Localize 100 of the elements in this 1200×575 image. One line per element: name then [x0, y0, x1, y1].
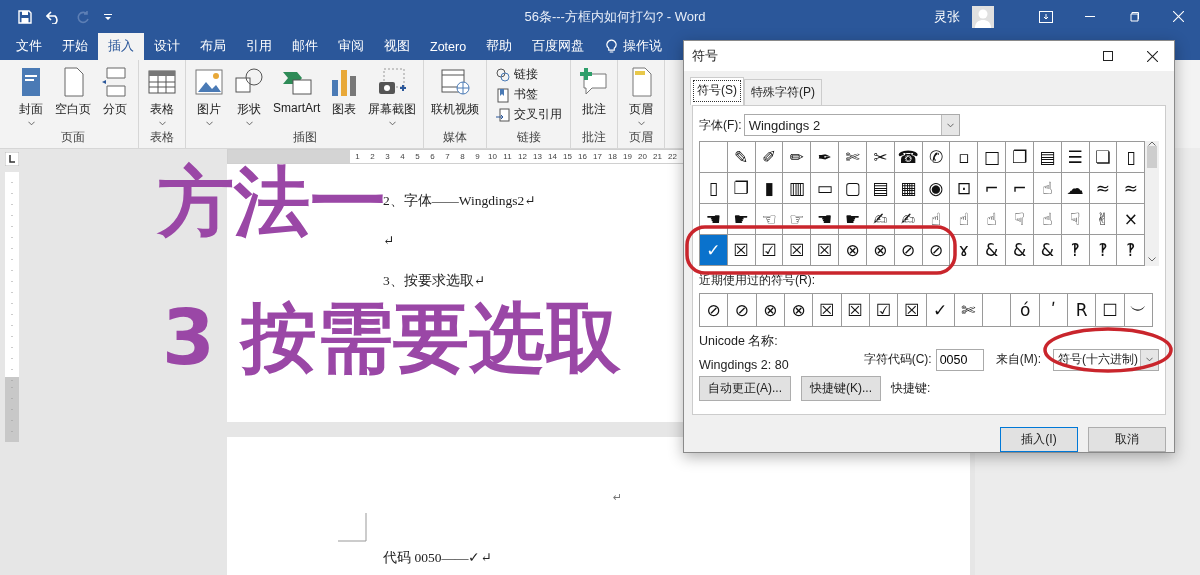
ribbon-tab[interactable]: 布局	[190, 33, 236, 60]
ribbon-tab[interactable]: 引用	[236, 33, 282, 60]
symbol-cell[interactable]: ‽	[1089, 235, 1117, 265]
symbol-cell[interactable]: ⊗	[866, 235, 894, 265]
symbol-cell[interactable]: ▯	[700, 173, 727, 203]
symbol-cell[interactable]: □	[978, 142, 1006, 172]
symbol-cell[interactable]: &	[978, 235, 1006, 265]
symbol-cell[interactable]: ☝	[978, 204, 1006, 234]
ribbon-button[interactable]: 批注	[575, 64, 614, 130]
ribbon-tab[interactable]: 设计	[144, 33, 190, 60]
symbol-cell[interactable]: ▤	[866, 173, 894, 203]
scroll-up-icon[interactable]	[1148, 141, 1157, 146]
symbol-cell[interactable]: ‽	[1061, 235, 1089, 265]
ribbon-tab[interactable]: 帮助	[476, 33, 523, 60]
ribbon-tab[interactable]: 审阅	[328, 33, 374, 60]
ribbon-button[interactable]: 形状	[230, 64, 268, 130]
maximize-icon[interactable]	[1103, 51, 1113, 61]
symbol-cell[interactable]: ⊘	[700, 294, 728, 326]
symbol-cell[interactable]: ó	[1011, 294, 1039, 326]
symbol-cell[interactable]: ▢	[839, 173, 866, 203]
symbol-cell[interactable]: ❏	[1089, 142, 1117, 172]
symbol-cell[interactable]: ☐	[1096, 294, 1124, 326]
symbol-cell[interactable]: ▯	[1117, 142, 1145, 172]
symbol-cell[interactable]: ✒	[811, 142, 839, 172]
symbol-cell[interactable]: ☒	[813, 294, 841, 326]
symbol-cell[interactable]: ▭	[811, 173, 839, 203]
symbol-cell[interactable]: R	[1068, 294, 1096, 326]
ribbon-tab[interactable]: Zotero	[420, 33, 477, 60]
ribbon-button[interactable]: 表格	[143, 64, 181, 130]
symbol-cell[interactable]: ✆	[922, 142, 950, 172]
symbol-cell[interactable]: ✓	[700, 235, 727, 265]
symbol-cell[interactable]: ☝	[1033, 204, 1061, 234]
symbol-cell[interactable]: ☒	[898, 294, 926, 326]
symbol-cell[interactable]: ✓	[926, 294, 954, 326]
char-code-field[interactable]: 0050	[935, 348, 984, 371]
font-dropdown[interactable]: Wingdings 2	[743, 114, 960, 136]
ribbon-display-icon[interactable]	[1039, 10, 1053, 23]
dialog-button[interactable]: 快捷键(K)...	[801, 376, 881, 401]
symbol-cell[interactable]: ☑	[869, 294, 898, 326]
symbol-cell[interactable]: ❐	[727, 173, 755, 203]
symbol-cell[interactable]: ︶	[1124, 294, 1152, 326]
dialog-button[interactable]: 取消	[1088, 427, 1166, 452]
ribbon-button[interactable]: 封面	[12, 64, 50, 130]
symbol-cell[interactable]: &	[1006, 235, 1033, 265]
scroll-thumb[interactable]	[1147, 146, 1158, 168]
symbol-cell[interactable]: ▫	[950, 142, 978, 172]
symbol-cell[interactable]: ✂	[866, 142, 894, 172]
symbol-cell[interactable]: ☝	[950, 204, 978, 234]
symbol-cell[interactable]: ⊗	[784, 294, 813, 326]
symbol-cell[interactable]: ⌐	[1006, 173, 1033, 203]
ribbon-button[interactable]: 图片	[190, 64, 228, 130]
symbol-cell[interactable]: ✄	[839, 142, 866, 172]
ribbon-tab[interactable]: 开始	[52, 33, 98, 60]
ribbon-button[interactable]: 书签	[491, 86, 567, 103]
symbol-cell[interactable]: ʹ	[1039, 294, 1068, 326]
ribbon-button[interactable]: 链接	[491, 66, 567, 83]
symbol-cell[interactable]: ☒	[841, 294, 869, 326]
scrollbar[interactable]	[1145, 141, 1159, 266]
symbol-cell[interactable]: ◉	[922, 173, 950, 203]
ribbon-button[interactable]: SmartArt	[270, 64, 324, 130]
symbol-cell[interactable]: ☟	[1061, 204, 1089, 234]
ribbon-tab[interactable]: 邮件	[282, 33, 328, 60]
symbol-cell[interactable]: ☎	[894, 142, 922, 172]
symbol-cell[interactable]: ▮	[755, 173, 783, 203]
symbol-cell[interactable]: ≈	[1117, 173, 1145, 203]
symbol-cell[interactable]: ×	[1117, 204, 1145, 234]
symbol-cell[interactable]: ⊗	[839, 235, 866, 265]
dialog-tab[interactable]: 特殊字符(P)	[744, 79, 822, 105]
symbol-cell[interactable]: ✄	[954, 294, 983, 326]
symbol-cell[interactable]: ✎	[727, 142, 755, 172]
symbol-cell[interactable]: &	[1033, 235, 1061, 265]
restore-icon[interactable]	[1129, 11, 1139, 22]
ribbon-button[interactable]: 分页	[96, 64, 134, 130]
minimize-icon[interactable]	[1085, 15, 1095, 18]
symbol-cell[interactable]: ✏	[783, 142, 811, 172]
symbol-cell[interactable]: ☰	[1061, 142, 1089, 172]
scroll-down-icon[interactable]	[1148, 257, 1157, 262]
ribbon-tab[interactable]: 插入	[98, 33, 144, 60]
ribbon-button[interactable]: 图表	[325, 64, 364, 130]
ribbon-tab[interactable]: 文件	[6, 33, 52, 60]
ribbon-button[interactable]: 联机视频	[428, 64, 483, 130]
ribbon-button[interactable]: 页眉	[622, 64, 661, 130]
dialog-tab[interactable]: 符号(S)	[690, 77, 744, 105]
symbol-cell[interactable]: ⌐	[978, 173, 1006, 203]
symbol-cell[interactable]	[983, 294, 1011, 326]
symbol-cell[interactable]: ☒	[783, 235, 811, 265]
symbol-cell[interactable]: ☁	[1061, 173, 1089, 203]
save-icon[interactable]	[18, 9, 32, 24]
symbol-cell[interactable]: ⊗	[756, 294, 784, 326]
symbol-cell[interactable]: ▦	[894, 173, 922, 203]
close-icon[interactable]	[1146, 50, 1158, 62]
symbol-cell[interactable]: ⊘	[894, 235, 922, 265]
symbol-cell[interactable]: ☒	[811, 235, 839, 265]
symbol-cell[interactable]: ☝	[1033, 173, 1061, 203]
user-name[interactable]: 灵张	[934, 7, 960, 26]
symbol-cell[interactable]: ≈	[1089, 173, 1117, 203]
symbol-cell[interactable]: ❐	[1006, 142, 1033, 172]
ribbon-button[interactable]: 交叉引用	[491, 106, 567, 123]
ribbon-button[interactable]: 空白页	[52, 64, 94, 130]
symbol-cell[interactable]: ⊘	[922, 235, 950, 265]
